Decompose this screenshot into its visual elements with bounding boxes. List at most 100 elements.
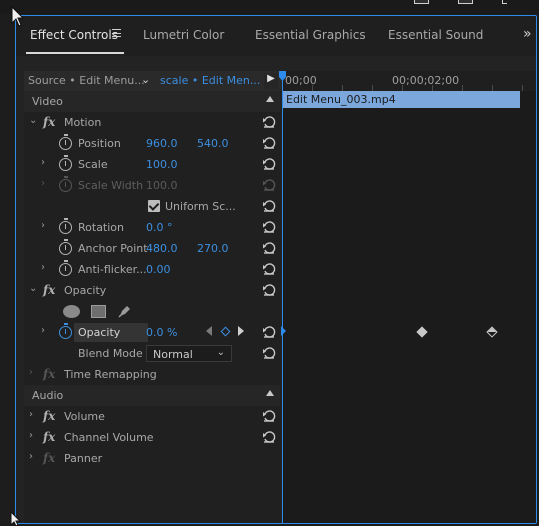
pen-mask-icon[interactable] [117,303,133,322]
mouse-cursor-icon [11,6,25,27]
previous-keyframe-icon[interactable] [206,326,212,336]
property-row-scale[interactable]: › Scale 100.0 [24,154,280,175]
property-label-blend-mode: Blend Mode [78,347,143,360]
effect-row-volume[interactable]: › fx Volume [24,406,280,427]
property-row-anti-flicker[interactable]: › Anti-flicker... 0.00 [24,259,280,280]
blend-mode-select[interactable]: Normal ⌄ [146,345,232,362]
stopwatch-icon [59,176,72,192]
property-row-opacity[interactable]: › Opacity 0.0 % [24,322,280,343]
property-row-rotation[interactable]: › Rotation 0.0 ° [24,217,280,238]
fx-icon[interactable]: fx [43,115,55,129]
reset-icon[interactable] [262,199,276,213]
chevron-right-icon[interactable]: › [29,367,33,378]
keyframe-diamond[interactable] [416,326,428,338]
video-section-header[interactable]: Video [24,91,280,112]
reset-icon[interactable] [262,136,276,150]
reset-icon[interactable] [262,115,276,129]
panel-menu-icon[interactable] [112,29,121,37]
effect-properties-column: Source • Edit Menu... ⌄ scale • Edit Men… [24,71,296,523]
reset-icon[interactable] [262,325,276,339]
add-keyframe-icon[interactable] [220,326,231,337]
property-row-blend-mode[interactable]: Blend Mode Normal ⌄ [24,343,280,364]
fx-icon: fx [43,451,56,465]
rectangle-mask-icon[interactable] [91,305,106,318]
effect-row-time-remapping[interactable]: › fx Time Remapping [24,364,280,385]
effect-row-motion[interactable]: ⌄ fx Motion [24,112,280,133]
mask-tools-row [24,301,280,322]
anchor-point-y-value[interactable]: 270.0 [197,242,229,255]
window-icon[interactable] [414,0,429,4]
reset-icon[interactable] [262,346,276,360]
scale-value[interactable]: 100.0 [146,158,178,171]
source-clip-label[interactable]: Source • Edit Menu... [28,74,145,87]
chevron-down-icon[interactable]: ⌄ [29,115,37,126]
reset-icon[interactable] [262,157,276,171]
chevron-right-icon[interactable]: › [41,220,45,231]
reset-icon[interactable] [262,262,276,276]
tab-essential-graphics[interactable]: Essential Graphics [255,28,366,42]
position-y-value[interactable]: 540.0 [197,137,229,150]
property-row-position[interactable]: Position 960.0 540.0 [24,133,280,154]
property-row-uniform-scale[interactable]: Uniform Sc... [24,196,280,217]
tab-effect-controls[interactable]: Effect Controls [30,28,118,42]
stopwatch-icon[interactable] [59,323,72,339]
chevron-right-icon[interactable]: › [29,430,33,441]
stopwatch-icon[interactable] [59,239,72,255]
next-keyframe-icon[interactable] [238,326,244,336]
stopwatch-icon[interactable] [59,155,72,171]
keyframe-diamond[interactable] [486,326,498,338]
effect-timeline[interactable]: 00;00 00;00;02;00 Edit Menu_003.mp4 [279,71,536,523]
rotation-value[interactable]: 0.0 ° [146,221,173,234]
audio-section-header[interactable]: Audio [24,385,280,406]
uniform-scale-checkbox[interactable] [148,200,160,212]
tab-lumetri-color[interactable]: Lumetri Color [143,28,224,42]
chevron-right-icon[interactable]: › [29,451,33,462]
reset-icon[interactable] [262,220,276,234]
blend-mode-value: Normal [153,348,193,361]
window-icon[interactable] [458,0,473,4]
fx-icon[interactable]: fx [43,430,55,444]
clip-bar[interactable]: Edit Menu_003.mp4 [282,91,520,108]
opacity-value[interactable]: 0.0 % [146,326,177,339]
effect-row-panner[interactable]: › fx Panner [24,448,280,469]
keyframe-marker-start[interactable] [281,326,286,336]
time-ruler[interactable]: 00;00 00;00;02;00 [282,71,536,91]
reset-icon[interactable] [262,283,276,297]
chevron-right-icon[interactable]: › [41,262,45,273]
reset-icon[interactable] [262,241,276,255]
effect-row-opacity[interactable]: ⌄ fx Opacity [24,280,280,301]
active-tab-underline [26,52,124,54]
anchor-point-x-value[interactable]: 480.0 [146,242,178,255]
fx-icon[interactable]: fx [43,283,55,297]
bracket-icon[interactable] [502,0,507,4]
fx-icon[interactable]: fx [43,409,55,423]
chevron-right-icon: › [41,178,45,189]
chevron-down-icon[interactable]: ⌄ [29,283,37,294]
reset-icon[interactable] [262,430,276,444]
ellipse-mask-icon[interactable] [63,305,80,318]
chevron-down-icon: ⌄ [216,347,225,358]
stopwatch-icon[interactable] [59,134,72,150]
play-icon[interactable]: ▶ [264,73,278,89]
reset-icon[interactable] [262,409,276,423]
ruler-tick [522,85,523,91]
stopwatch-icon[interactable] [59,218,72,234]
chevron-right-icon[interactable]: › [29,409,33,420]
stopwatch-icon[interactable] [59,260,72,276]
top-strip [0,0,539,14]
tab-overflow-icon[interactable]: » [523,26,532,42]
property-row-anchor-point[interactable]: Anchor Point 480.0 270.0 [24,238,280,259]
chevron-right-icon[interactable]: › [41,325,45,336]
chevron-right-icon[interactable]: › [41,157,45,168]
playhead[interactable] [282,71,283,523]
position-x-value[interactable]: 960.0 [146,137,178,150]
effect-name-time-remapping: Time Remapping [64,368,157,381]
chevron-down-icon[interactable]: ⌄ [141,73,150,86]
collapse-up-icon[interactable] [266,96,274,102]
collapse-up-icon[interactable] [266,390,274,396]
source-header: Source • Edit Menu... ⌄ scale • Edit Men… [24,71,296,91]
anti-flicker-value[interactable]: 0.00 [146,263,171,276]
effect-row-channel-volume[interactable]: › fx Channel Volume [24,427,280,448]
sequence-clip-label[interactable]: scale • Edit Men... [160,74,260,87]
tab-essential-sound[interactable]: Essential Sound [388,28,483,42]
